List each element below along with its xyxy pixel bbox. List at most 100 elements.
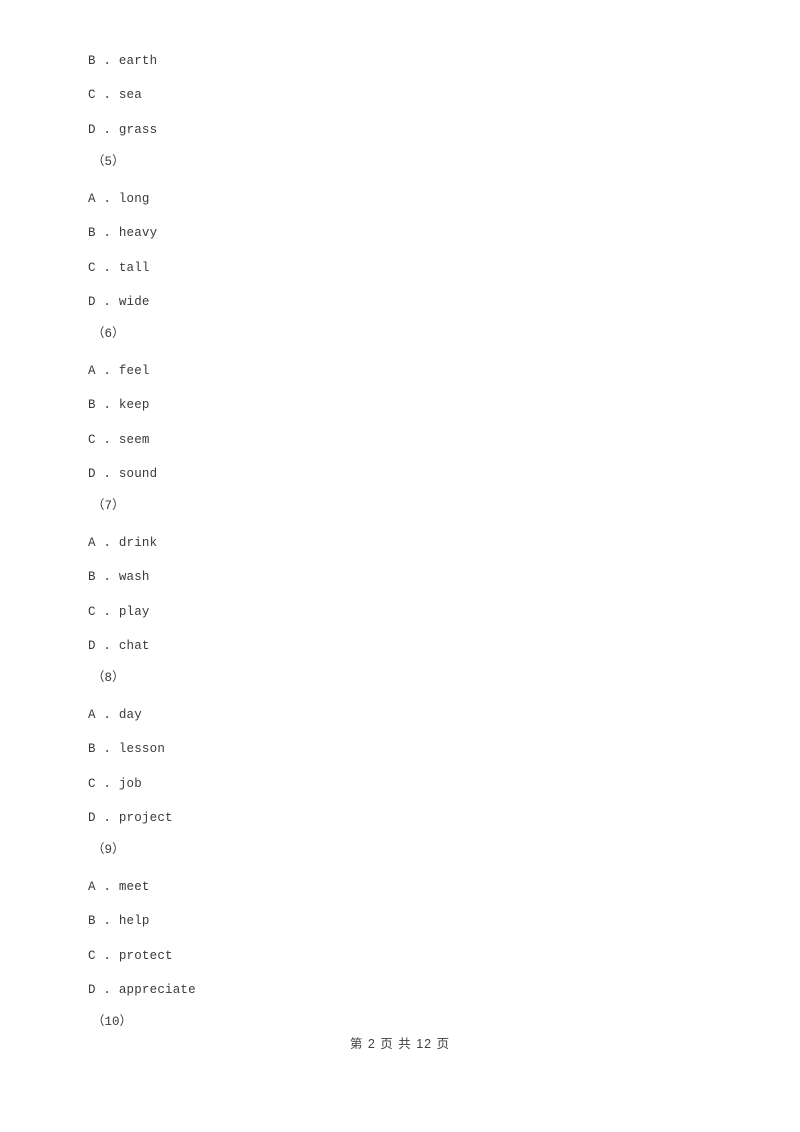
option-separator: . (95, 708, 119, 722)
answer-option: A . feel (0, 360, 800, 382)
option-letter: D (88, 639, 96, 653)
option-separator: . (95, 467, 119, 481)
answer-option: A . meet (0, 876, 800, 898)
answer-option: D . wide (0, 291, 800, 313)
option-letter: D (88, 467, 96, 481)
answer-option: B . help (0, 910, 800, 932)
option-letter: C (88, 433, 96, 447)
option-separator: . (95, 398, 119, 412)
answer-option: C . job (0, 773, 800, 795)
answer-option: A . day (0, 704, 800, 726)
option-separator: . (95, 261, 119, 275)
answer-option: A . drink (0, 532, 800, 554)
option-text: heavy (118, 226, 158, 240)
answer-option: B . earth (0, 50, 800, 72)
option-letter: A (88, 364, 96, 378)
option-text: appreciate (118, 983, 196, 997)
answer-option: C . protect (0, 945, 800, 967)
option-letter: D (88, 811, 96, 825)
document-page: B . earth C . sea D . grass （5） A . long B . … (0, 0, 800, 1132)
option-separator: . (95, 742, 119, 756)
option-text: sea (118, 88, 142, 102)
option-separator: . (95, 570, 119, 584)
option-text: chat (118, 639, 150, 653)
option-letter: B (88, 742, 96, 756)
option-letter: D (88, 295, 96, 309)
question-number: （7） (92, 499, 125, 513)
option-text: keep (118, 398, 150, 412)
option-separator: . (95, 433, 119, 447)
option-separator: . (95, 811, 119, 825)
option-text: grass (118, 123, 158, 137)
option-separator: . (95, 949, 119, 963)
option-text: long (118, 192, 150, 206)
option-text: drink (118, 536, 158, 550)
option-letter: C (88, 949, 96, 963)
option-text: wide (118, 295, 150, 309)
option-separator: . (95, 880, 119, 894)
answer-option: D . appreciate (0, 979, 800, 1001)
option-letter: B (88, 914, 96, 928)
option-letter: C (88, 605, 96, 619)
answer-option: C . play (0, 601, 800, 623)
option-separator: . (95, 914, 119, 928)
option-letter: A (88, 880, 96, 894)
option-text: help (118, 914, 150, 928)
option-text: wash (118, 570, 150, 584)
option-letter: D (88, 983, 96, 997)
option-separator: . (95, 123, 119, 137)
question-number: （5） (92, 155, 125, 169)
option-separator: . (95, 639, 119, 653)
option-text: day (118, 708, 142, 722)
option-text: job (118, 777, 142, 791)
option-text: lesson (118, 742, 166, 756)
question-number: （10） (92, 1015, 133, 1029)
answer-option: C . sea (0, 84, 800, 106)
answer-option: B . keep (0, 394, 800, 416)
answer-option: C . tall (0, 257, 800, 279)
answer-option: A . long (0, 188, 800, 210)
option-text: sound (118, 467, 158, 481)
option-letter: C (88, 777, 96, 791)
answer-option: B . lesson (0, 738, 800, 760)
option-letter: B (88, 398, 96, 412)
answer-option: B . heavy (0, 222, 800, 244)
option-separator: . (95, 536, 119, 550)
option-separator: . (95, 983, 119, 997)
option-letter: A (88, 192, 96, 206)
option-text: play (118, 605, 150, 619)
option-text: project (118, 811, 173, 825)
option-text: earth (118, 54, 158, 68)
option-separator: . (95, 605, 119, 619)
answer-option: B . wash (0, 566, 800, 588)
option-separator: . (95, 777, 119, 791)
answer-option: D . chat (0, 635, 800, 657)
option-letter: B (88, 54, 96, 68)
option-letter: B (88, 570, 96, 584)
option-letter: A (88, 536, 96, 550)
option-letter: B (88, 226, 96, 240)
answer-option: C . seem (0, 429, 800, 451)
answer-option: D . sound (0, 463, 800, 485)
option-text: feel (118, 364, 150, 378)
option-letter: D (88, 123, 96, 137)
option-separator: . (95, 295, 119, 309)
question-number: （9） (92, 843, 125, 857)
option-separator: . (95, 364, 119, 378)
option-separator: . (95, 226, 119, 240)
option-text: seem (118, 433, 150, 447)
option-letter: C (88, 88, 96, 102)
question-number: （8） (92, 671, 125, 685)
option-text: tall (118, 261, 150, 275)
option-separator: . (95, 88, 119, 102)
answer-option: D . grass (0, 119, 800, 141)
page-footer: 第 2 页 共 12 页 (349, 1037, 451, 1051)
option-separator: . (95, 54, 119, 68)
answer-option: D . project (0, 807, 800, 829)
question-number: （6） (92, 327, 125, 341)
option-letter: A (88, 708, 96, 722)
option-separator: . (95, 192, 119, 206)
option-letter: C (88, 261, 96, 275)
option-text: meet (118, 880, 150, 894)
option-text: protect (118, 949, 173, 963)
